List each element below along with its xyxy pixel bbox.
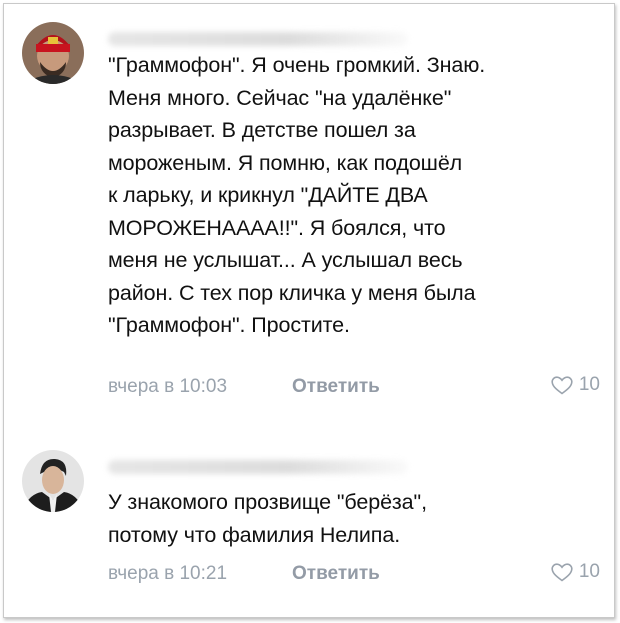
author-name[interactable] bbox=[108, 460, 408, 474]
like-count: 10 bbox=[578, 374, 600, 395]
comment-meta: вчера в 10:21 Ответить 10 bbox=[108, 559, 600, 589]
heart-outline-icon bbox=[551, 562, 573, 581]
author-name[interactable] bbox=[108, 32, 408, 46]
comment-item: У знакомого прозвище "берёза", потому чт… bbox=[4, 424, 614, 614]
like-button[interactable]: 10 bbox=[551, 374, 600, 396]
like-button[interactable]: 10 bbox=[551, 561, 600, 583]
comment-time[interactable]: вчера в 10:21 bbox=[108, 563, 227, 585]
heart-outline-icon bbox=[551, 375, 573, 394]
avatar[interactable] bbox=[22, 450, 84, 512]
comments-panel: "Граммофон". Я очень громкий. Знаю. Меня… bbox=[3, 3, 615, 618]
comment-text: У знакомого прозвище "берёза", потому чт… bbox=[108, 490, 427, 547]
comment-item: "Граммофон". Я очень громкий. Знаю. Меня… bbox=[4, 4, 614, 424]
avatar[interactable] bbox=[22, 22, 84, 84]
like-count: 10 bbox=[578, 561, 600, 582]
reply-button[interactable]: Ответить bbox=[292, 563, 380, 585]
comment-text: "Граммофон". Я очень громкий. Знаю. Меня… bbox=[108, 53, 486, 337]
comment-time[interactable]: вчера в 10:03 bbox=[108, 376, 227, 398]
comment-meta: вчера в 10:03 Ответить 10 bbox=[108, 372, 600, 402]
reply-button[interactable]: Ответить bbox=[292, 376, 380, 398]
